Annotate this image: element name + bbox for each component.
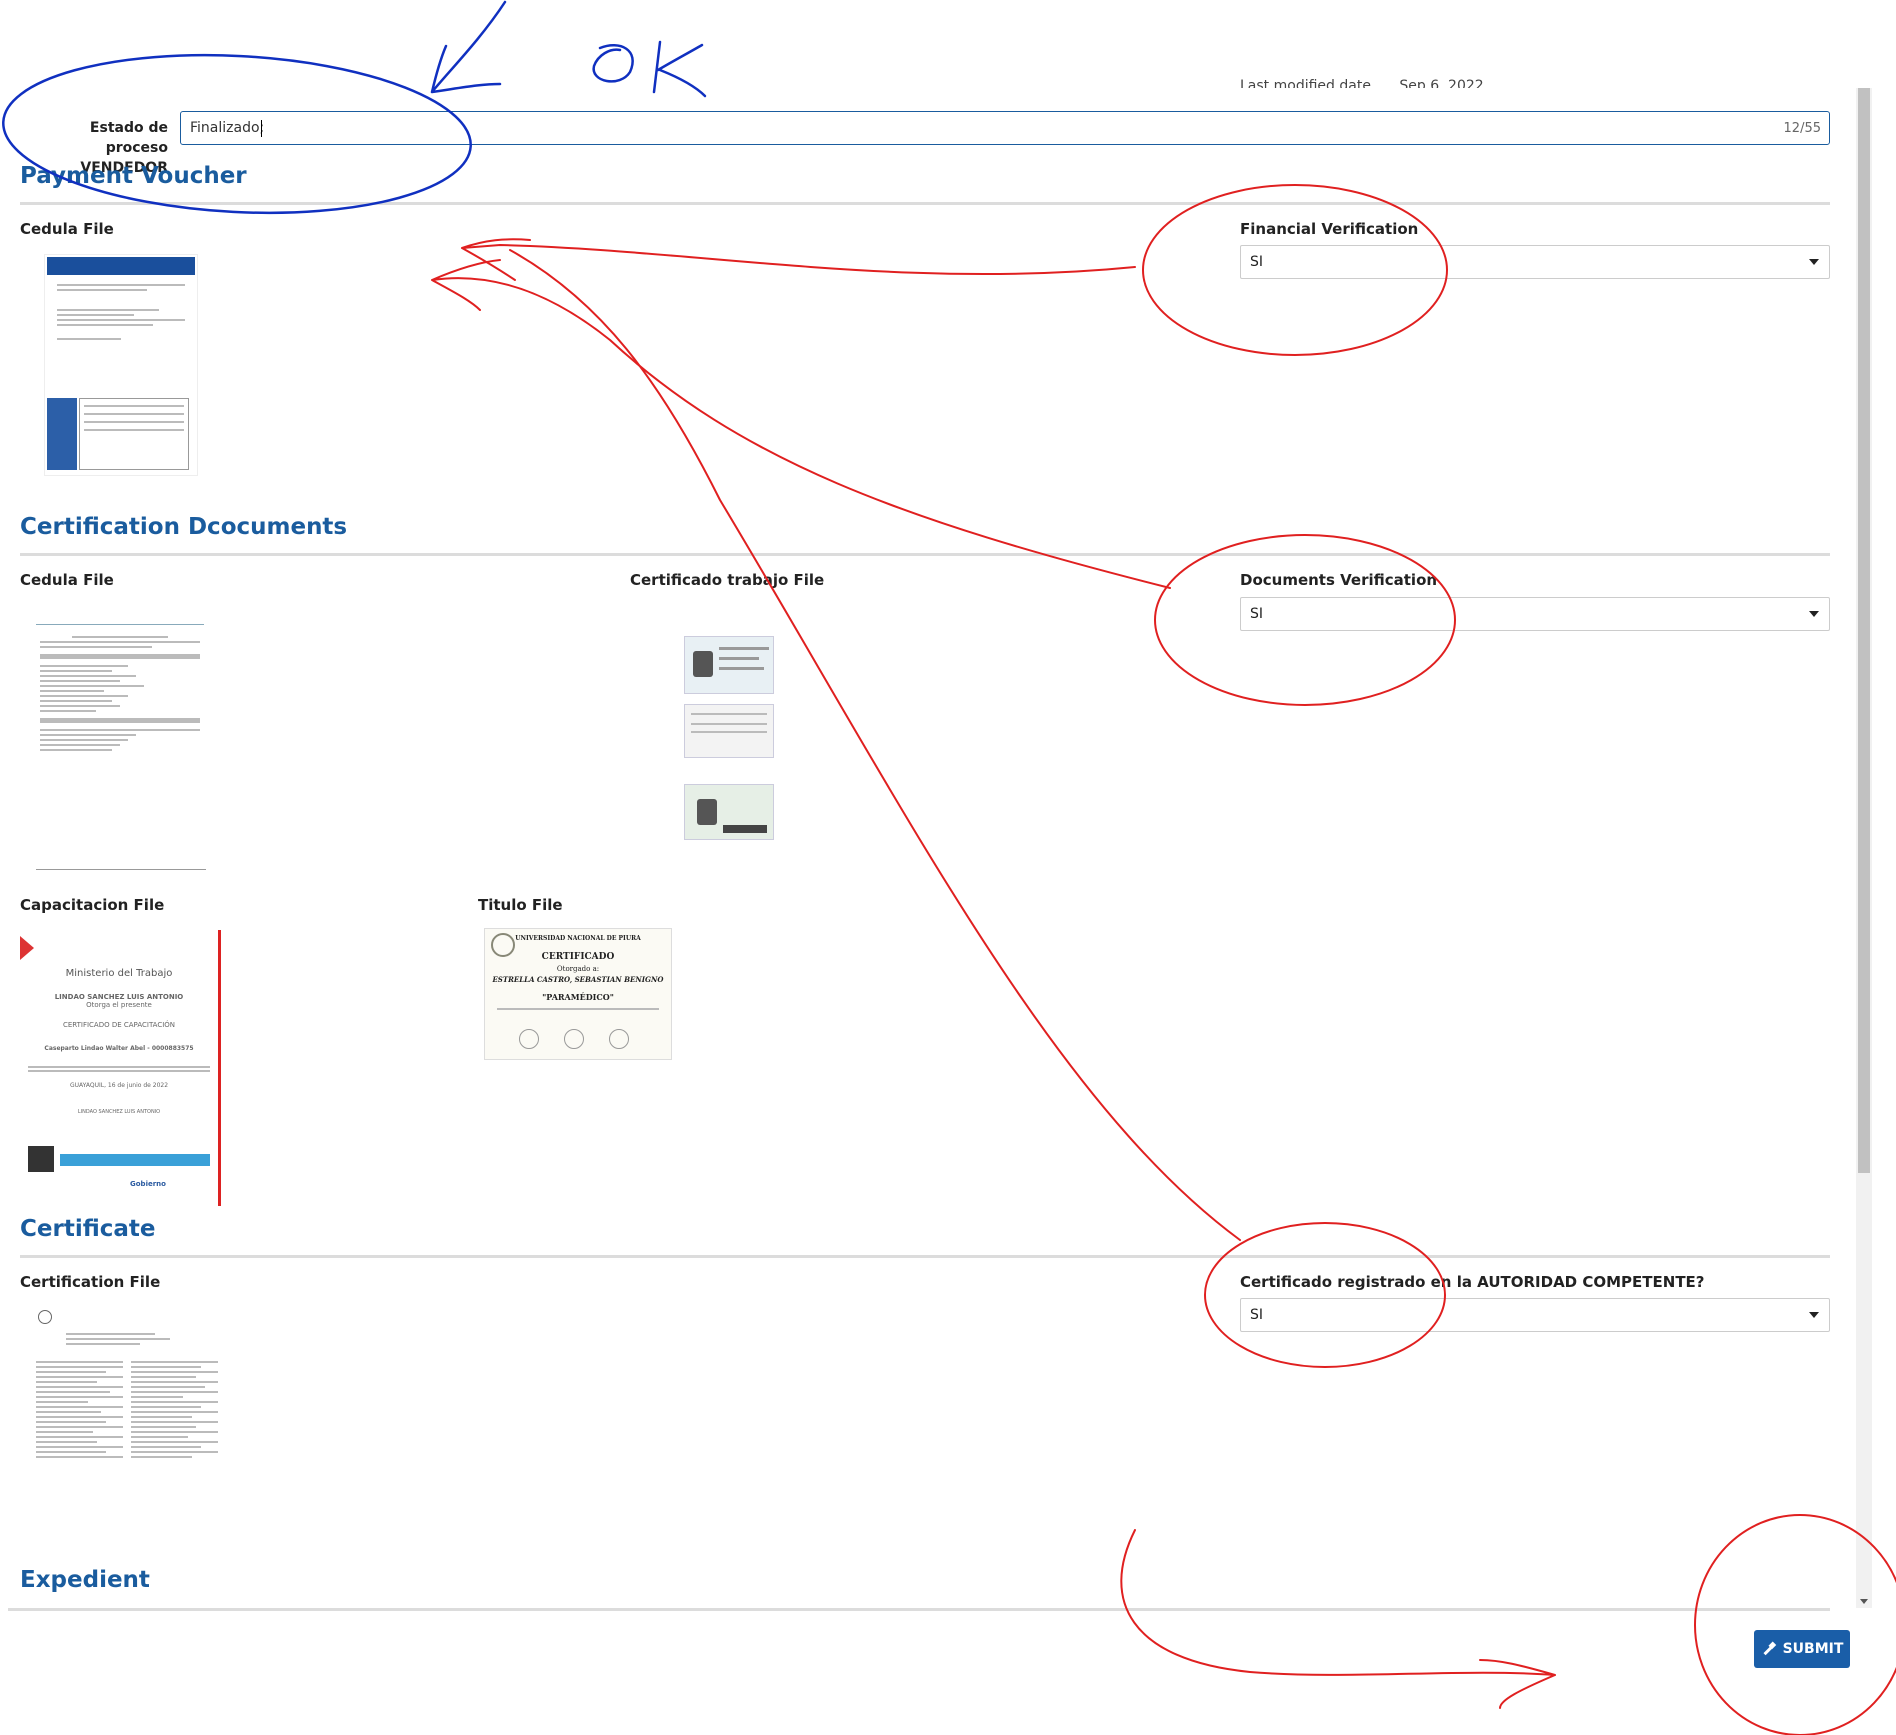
character-counter: 12/55 — [1783, 121, 1821, 136]
titulo-otorgado: Otorgado a: — [556, 965, 600, 973]
certification-file-label: Certification File — [20, 1273, 161, 1291]
documents-verification-label: Documents Verification — [1240, 571, 1438, 589]
submit-button[interactable]: SUBMIT — [1754, 1630, 1850, 1668]
annotation-ok-o — [592, 44, 634, 83]
capacitacion-subtitle: Otorga el presente — [86, 1001, 152, 1009]
annotation-red-arrow-1 — [461, 238, 1136, 281]
payment-divider — [20, 202, 1830, 205]
chevron-down-icon — [1809, 259, 1819, 265]
hammer-icon — [1763, 1641, 1776, 1656]
qr-code-icon — [28, 1146, 54, 1172]
chevron-down-icon — [1809, 611, 1819, 617]
certification-file-thumbnail[interactable] — [32, 1308, 222, 1550]
scroll-down-arrow-icon[interactable] — [1860, 1599, 1868, 1604]
certificado-trabajo-thumbnail[interactable] — [684, 636, 774, 846]
registered-authority-value: SI — [1250, 1307, 1264, 1323]
annotation-red-circle-registered — [1204, 1222, 1446, 1368]
last-modified: Last modified date Sep 6, 2022 — [1240, 78, 1484, 88]
annotation-red-line-bottom — [1120, 1529, 1556, 1709]
certification-documents-title: Certification Dcocuments — [20, 514, 348, 540]
certification-cedula-thumbnail[interactable] — [30, 602, 210, 872]
scrollbar-thumb[interactable] — [1858, 88, 1870, 1173]
registered-authority-select[interactable]: SI — [1240, 1298, 1830, 1332]
chevron-down-icon — [1809, 1312, 1819, 1318]
expedient-divider — [8, 1608, 1830, 1611]
capacitacion-place-date: GUAYAQUIL, 16 de junio de 2022 — [69, 1082, 169, 1089]
annotation-red-arrow-2 — [431, 259, 1171, 589]
payment-cedula-label: Cedula File — [20, 220, 114, 238]
documents-verification-value: SI — [1250, 606, 1264, 622]
capacitacion-signer: LINDAO SANCHEZ LUIS ANTONIO — [77, 1109, 161, 1115]
capacitacion-cert-type: CERTIFICADO DE CAPACITACIÓN — [62, 1021, 176, 1029]
certification-divider — [20, 553, 1830, 556]
submit-label: SUBMIT — [1782, 1641, 1844, 1657]
certification-cedula-label: Cedula File — [20, 571, 114, 589]
titulo-person: ESTRELLA CASTRO, SEBASTIAN BENIGNO — [492, 975, 664, 984]
titulo-thumbnail[interactable]: UNIVERSIDAD NACIONAL DE PIURA CERTIFICAD… — [484, 928, 672, 1060]
payment-voucher-title: Payment Voucher — [20, 163, 247, 189]
annotation-red-arrow-3 — [509, 249, 1241, 1241]
titulo-heading: CERTIFICADO — [541, 952, 615, 962]
last-modified-value: Sep 6, 2022 — [1399, 78, 1484, 88]
text-cursor — [261, 120, 262, 137]
capacitacion-label: Capacitacion File — [20, 896, 165, 914]
financial-verification-label: Financial Verification — [1240, 220, 1419, 238]
status-input-value: Finalizado; — [190, 120, 265, 136]
status-label-line1: Estado de proceso — [89, 120, 168, 156]
financial-verification-select[interactable]: SI — [1240, 245, 1830, 279]
documents-verification-select[interactable]: SI — [1240, 597, 1830, 631]
registered-authority-label: Certificado registrado en la AUTORIDAD C… — [1240, 1273, 1705, 1291]
titulo-label: Titulo File — [478, 896, 563, 914]
annotation-blue-arrow — [430, 0, 507, 94]
capacitacion-gov: Gobierno — [130, 1180, 166, 1188]
payment-cedula-thumbnail[interactable] — [44, 254, 198, 476]
certificate-divider — [20, 1255, 1830, 1258]
certificate-title: Certificate — [20, 1216, 156, 1242]
annotation-ok-k — [652, 40, 707, 98]
university-seal-icon — [491, 933, 515, 957]
status-input[interactable]: Finalizado; 12/55 — [180, 111, 1830, 145]
capacitacion-thumbnail[interactable]: Ministerio del Trabajo LINDAO SANCHEZ LU… — [20, 930, 221, 1206]
capacitacion-name: LINDAO SANCHEZ LUIS ANTONIO — [54, 993, 184, 1001]
financial-verification-value: SI — [1250, 254, 1264, 270]
certificado-trabajo-label: Certificado trabajo File — [630, 571, 825, 589]
capacitacion-ministry: Ministerio del Trabajo — [65, 968, 173, 979]
vertical-scrollbar[interactable] — [1856, 88, 1872, 1608]
titulo-degree: "PARAMÉDICO" — [542, 992, 614, 1002]
expedient-title: Expedient — [20, 1567, 150, 1593]
last-modified-label: Last modified date — [1240, 78, 1371, 88]
capacitacion-recipient: Caseparto Lindao Walter Abel - 000088357… — [44, 1045, 194, 1052]
